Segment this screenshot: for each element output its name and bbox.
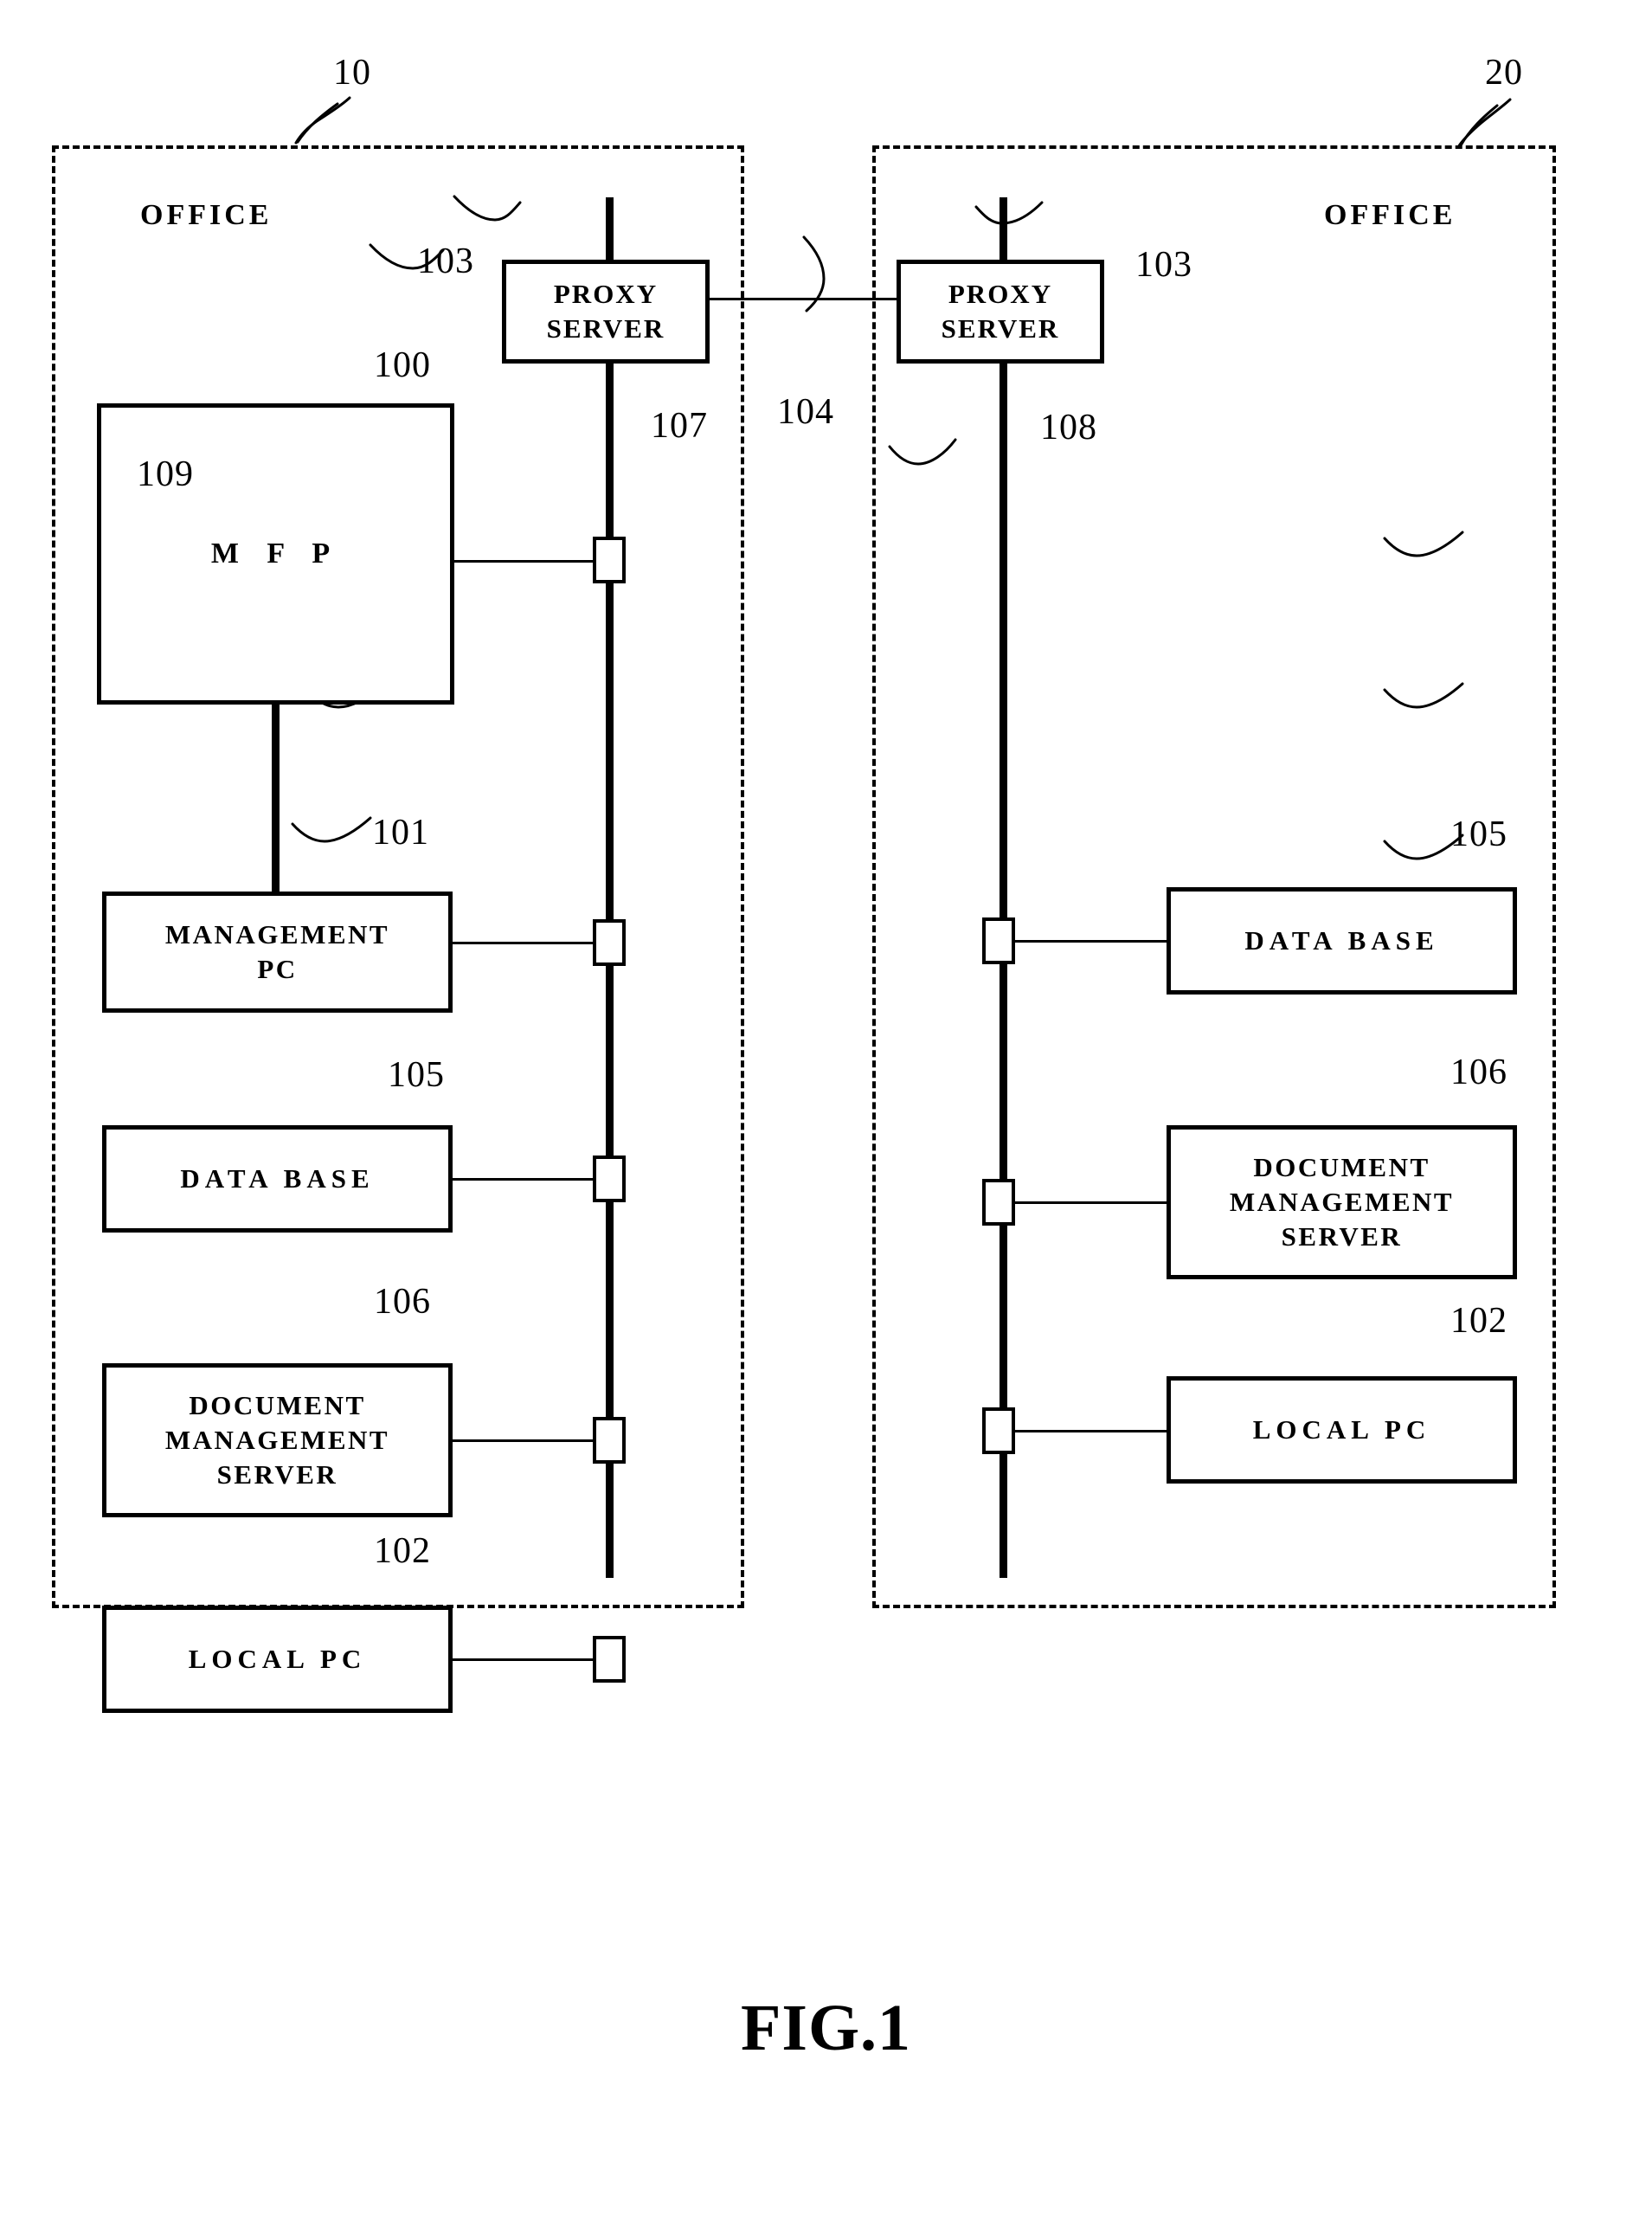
- bus-tap-dms-right: [982, 1179, 1015, 1226]
- office-label-right: OFFICE: [1324, 199, 1456, 231]
- node-proxy-server-right-label: PROXY SERVER: [941, 279, 1060, 344]
- lead-local-pc-right-to-bus: [1014, 1430, 1170, 1432]
- node-document-management-server-right-label: DOCUMENT MANAGEMENT SERVER: [1229, 1152, 1455, 1252]
- link-mfp-management-pc: [272, 705, 280, 892]
- bus-tap-data-base-left: [593, 1156, 626, 1202]
- ref-numeral-document-management-server-left: 106: [374, 1282, 431, 1322]
- bus-tap-data-base-right: [982, 917, 1015, 964]
- ref-numeral-document-management-server-right: 106: [1450, 1053, 1507, 1092]
- office-label-left: OFFICE: [140, 199, 273, 231]
- node-mfp[interactable]: M F P: [97, 403, 454, 705]
- node-local-pc-right-label: LOCAL PC: [1252, 1414, 1431, 1445]
- lead-management-pc-to-bus: [453, 942, 597, 944]
- ref-numeral-data-base-left: 105: [388, 1055, 445, 1095]
- bus-tap-dms-left: [593, 1417, 626, 1464]
- lead-dms-left-to-bus: [453, 1439, 597, 1442]
- figure-canvas: 10 OFFICE PROXY SERVER 103 M F P 100 109…: [0, 0, 1652, 2221]
- ref-numeral-local-pc-left: 102: [374, 1531, 431, 1571]
- ref-numeral-lan-right: 108: [1040, 408, 1097, 447]
- node-local-pc-left-label: LOCAL PC: [188, 1644, 367, 1675]
- ref-numeral-proxy-server-right: 103: [1135, 245, 1192, 285]
- lead-local-pc-left-to-bus: [453, 1658, 597, 1661]
- ref-numeral-office-left: 10: [333, 53, 371, 93]
- ref-numeral-wan-link: 104: [777, 392, 834, 432]
- node-mfp-label: M F P: [210, 538, 341, 570]
- ref-numeral-mfp: 100: [374, 345, 431, 385]
- lead-mfp-to-bus: [454, 560, 597, 563]
- ref-numeral-mfp-pc-link: 109: [137, 454, 194, 494]
- node-data-base-right-label: DATA BASE: [1244, 925, 1439, 956]
- node-local-pc-right[interactable]: LOCAL PC: [1167, 1376, 1517, 1484]
- bus-tap-local-pc-right: [982, 1407, 1015, 1454]
- lan-bus-right: [1000, 197, 1007, 1578]
- node-data-base-left[interactable]: DATA BASE: [102, 1125, 453, 1233]
- lead-data-base-right-to-bus: [1014, 940, 1170, 943]
- figure-caption: FIG.1: [740, 1992, 912, 2064]
- node-proxy-server-left[interactable]: PROXY SERVER: [502, 260, 710, 364]
- node-management-pc-label: MANAGEMENT PC: [164, 919, 390, 984]
- bus-tap-local-pc-left: [593, 1636, 626, 1683]
- lead-data-base-left-to-bus: [453, 1178, 597, 1181]
- bus-tap-management-pc: [593, 919, 626, 966]
- ref-numeral-local-pc-right: 102: [1450, 1301, 1507, 1341]
- lead-dms-right-to-bus: [1014, 1201, 1170, 1204]
- bus-tap-mfp: [593, 537, 626, 583]
- node-proxy-server-left-label: PROXY SERVER: [546, 279, 665, 344]
- node-data-base-right[interactable]: DATA BASE: [1167, 887, 1517, 995]
- node-document-management-server-left[interactable]: DOCUMENT MANAGEMENT SERVER: [102, 1363, 453, 1517]
- node-management-pc[interactable]: MANAGEMENT PC: [102, 892, 453, 1013]
- node-document-management-server-right[interactable]: DOCUMENT MANAGEMENT SERVER: [1167, 1125, 1517, 1279]
- link-proxy-to-proxy: [708, 298, 898, 300]
- lan-bus-left: [606, 197, 614, 1578]
- node-document-management-server-left-label: DOCUMENT MANAGEMENT SERVER: [164, 1390, 390, 1490]
- ref-numeral-proxy-server-left: 103: [417, 241, 474, 281]
- ref-numeral-office-right: 20: [1485, 53, 1523, 93]
- ref-numeral-lan-left: 107: [651, 406, 708, 446]
- node-data-base-left-label: DATA BASE: [180, 1163, 375, 1194]
- node-proxy-server-right[interactable]: PROXY SERVER: [897, 260, 1104, 364]
- ref-numeral-data-base-right: 105: [1450, 814, 1507, 854]
- ref-numeral-management-pc: 101: [372, 813, 429, 853]
- node-local-pc-left[interactable]: LOCAL PC: [102, 1606, 453, 1713]
